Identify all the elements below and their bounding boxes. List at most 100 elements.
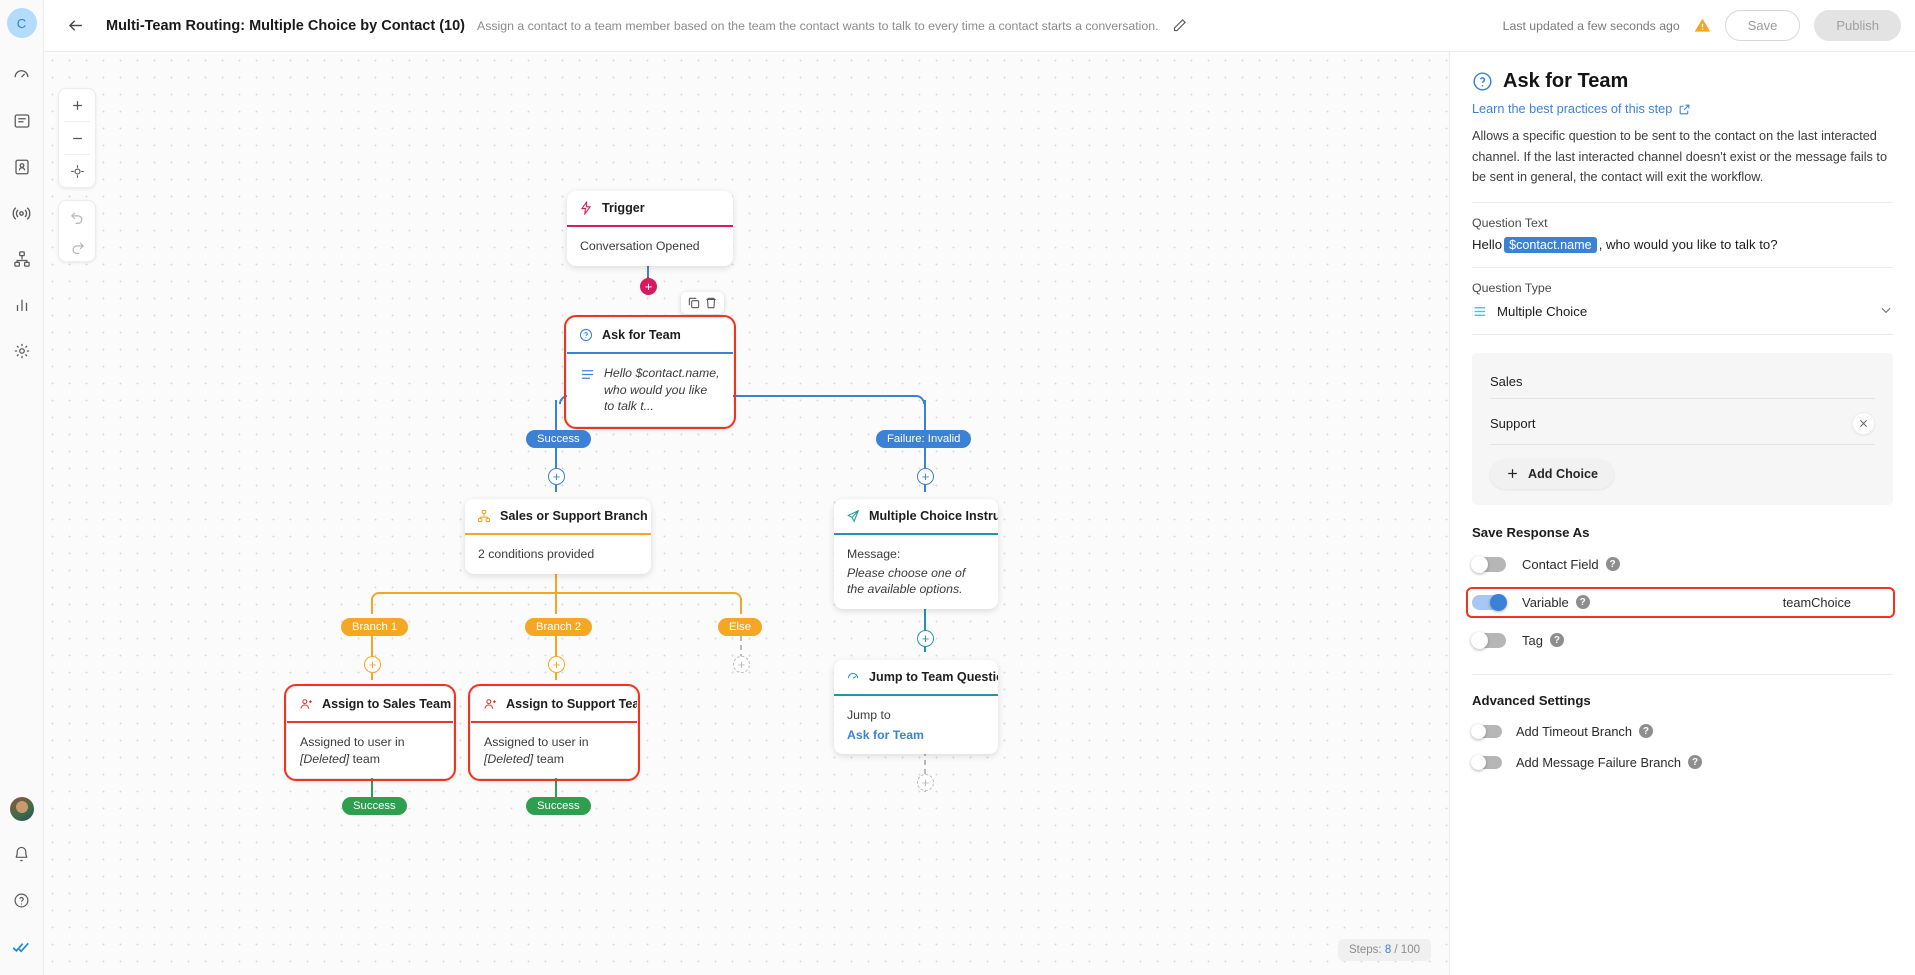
fit-view-button[interactable] — [58, 155, 96, 187]
zoom-in-button[interactable] — [58, 89, 96, 121]
help-icon[interactable]: ? — [1638, 724, 1653, 739]
settings-icon[interactable] — [7, 336, 37, 366]
toggle-row-contact-field[interactable]: Contact Field ? — [1471, 555, 1893, 573]
node-multiple-choice-instructions[interactable]: Multiple Choice Instructi... Message: Pl… — [834, 499, 998, 609]
chip-success[interactable]: Success — [526, 797, 591, 815]
node-title: Assign to Support Team — [506, 697, 637, 711]
toggle-row-tag[interactable]: Tag ? — [1471, 631, 1893, 649]
chip-success[interactable]: Success — [526, 430, 591, 448]
connector-lines — [371, 204, 926, 797]
best-practices-link[interactable]: Learn the best practices of this step — [1472, 102, 1893, 116]
plus-icon — [1506, 467, 1519, 480]
node-title: Trigger — [602, 201, 645, 215]
user-avatar[interactable] — [9, 797, 34, 821]
back-button[interactable] — [60, 11, 90, 41]
panel-header: Ask for Team — [1472, 70, 1893, 93]
notifications-icon[interactable] — [7, 839, 37, 869]
choice-input[interactable]: Support — [1490, 416, 1842, 431]
help-icon[interactable] — [7, 885, 37, 915]
status-check-icon[interactable] — [7, 931, 37, 961]
node-sales-or-support-branch[interactable]: Sales or Support Branch 2 conditions pro… — [465, 499, 651, 574]
add-step-button[interactable]: + — [548, 468, 565, 485]
choices-list: Sales Support Add Choice — [1472, 352, 1893, 505]
zoom-controls[interactable] — [58, 88, 96, 188]
node-hover-tools[interactable] — [681, 292, 724, 314]
variable-value[interactable]: teamChoice — [1783, 595, 1889, 610]
add-step-button[interactable]: + — [640, 278, 657, 295]
close-icon[interactable] — [1852, 411, 1875, 435]
warning-triangle-icon[interactable] — [1694, 17, 1711, 34]
divider — [1472, 201, 1893, 203]
broadcast-icon[interactable] — [7, 198, 37, 228]
copy-icon[interactable] — [687, 296, 701, 310]
contacts-icon[interactable] — [7, 152, 37, 182]
toggle-row-variable[interactable]: Variable ? teamChoice — [1466, 586, 1895, 618]
choice-row[interactable]: Sales — [1490, 361, 1875, 399]
node-assign-to-sales-team[interactable]: Assign to Sales Team Assigned to user in… — [284, 683, 456, 782]
add-step-button[interactable]: + — [917, 630, 934, 647]
publish-button[interactable]: Publish — [1814, 10, 1901, 41]
save-button[interactable]: Save — [1724, 10, 1801, 41]
node-jump-to-team-question[interactable]: Jump to Team Question Jump to Ask for Te… — [834, 660, 998, 755]
toggle-row-add-message-failure-branch[interactable]: Add Message Failure Branch ? — [1471, 754, 1893, 770]
add-message-failure-branch-toggle[interactable] — [1471, 754, 1502, 770]
steps-counter: Steps: 8 / 100 — [1338, 939, 1431, 961]
contact-name-token[interactable]: $contact.name — [1504, 236, 1597, 253]
node-assign-to-support-team[interactable]: Assign to Support Team Assigned to user … — [468, 683, 640, 782]
node-body-label: Jump to — [847, 708, 891, 722]
node-trigger[interactable]: Trigger Conversation Opened — [567, 191, 733, 266]
steps-label: Steps: — [1349, 944, 1382, 956]
question-text-field[interactable]: Hello $contact.name , who would you like… — [1472, 236, 1893, 253]
help-icon[interactable]: ? — [1549, 633, 1564, 648]
add-step-button[interactable]: + — [733, 656, 750, 673]
chip-branch-1[interactable]: Branch 1 — [341, 618, 409, 636]
left-nav-rail: C — [0, 0, 44, 975]
workflow-canvas[interactable]: Trigger Conversation Opened + Ask for Te… — [44, 52, 1449, 975]
add-step-button[interactable]: + — [917, 774, 934, 791]
help-icon[interactable]: ? — [1688, 755, 1703, 770]
inbox-icon[interactable] — [7, 106, 37, 136]
assign-user-icon — [299, 697, 313, 711]
workflows-icon[interactable] — [7, 244, 37, 274]
choice-input[interactable]: Sales — [1490, 374, 1875, 389]
undo-button[interactable] — [58, 201, 96, 231]
jump-target-link[interactable]: Ask for Team — [847, 727, 985, 744]
add-choice-button[interactable]: Add Choice — [1490, 458, 1614, 489]
chip-else[interactable]: Else — [718, 618, 762, 636]
question-type-select[interactable]: Multiple Choice — [1472, 303, 1893, 320]
dashboard-icon[interactable] — [7, 60, 37, 90]
choice-row[interactable]: Support — [1490, 399, 1875, 445]
help-icon[interactable]: ? — [1605, 557, 1620, 572]
toggle-knob — [1471, 723, 1486, 739]
workspace-avatar[interactable]: C — [6, 8, 37, 38]
node-title: Multiple Choice Instructi... — [869, 509, 998, 523]
add-step-button[interactable]: + — [364, 656, 381, 673]
chip-failure-invalid[interactable]: Failure: Invalid — [876, 430, 972, 448]
toggle-row-add-timeout-branch[interactable]: Add Timeout Branch ? — [1471, 723, 1893, 739]
add-timeout-branch-toggle[interactable] — [1471, 723, 1502, 739]
divider — [1472, 673, 1893, 675]
add-choice-label: Add Choice — [1528, 466, 1598, 481]
add-step-button[interactable]: + — [548, 656, 565, 673]
node-title: Ask for Team — [602, 328, 681, 342]
trash-icon[interactable] — [704, 296, 718, 310]
reports-icon[interactable] — [7, 290, 37, 320]
save-response-heading: Save Response As — [1472, 524, 1590, 540]
node-body: Hello $contact.name, who would you like … — [567, 354, 733, 426]
question-circle-icon — [579, 328, 593, 342]
variable-toggle[interactable] — [1472, 593, 1507, 611]
chip-branch-2[interactable]: Branch 2 — [525, 618, 593, 636]
redo-button[interactable] — [58, 231, 96, 261]
zoom-out-button[interactable] — [58, 122, 96, 154]
chip-success[interactable]: Success — [342, 797, 407, 815]
tag-toggle[interactable] — [1471, 631, 1506, 649]
history-controls[interactable] — [58, 200, 96, 262]
add-step-button[interactable]: + — [917, 468, 934, 485]
pencil-icon[interactable] — [1172, 18, 1187, 33]
chevron-down-icon[interactable] — [1879, 303, 1893, 320]
help-icon[interactable]: ? — [1575, 595, 1590, 610]
node-ask-for-team[interactable]: Ask for Team Hello $contact.name, who wo… — [564, 315, 736, 429]
contact-field-toggle[interactable] — [1471, 555, 1506, 573]
node-header: Ask for Team — [567, 318, 733, 354]
main-area: Multi-Team Routing: Multiple Choice by C… — [44, 0, 1915, 975]
